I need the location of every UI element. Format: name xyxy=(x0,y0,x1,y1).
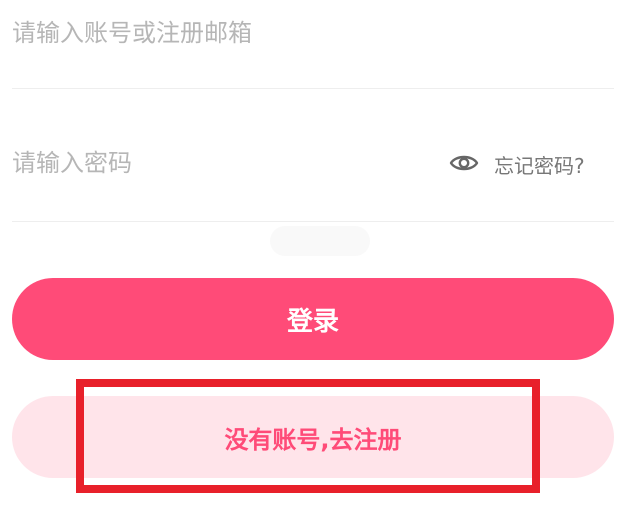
login-button[interactable]: 登录 xyxy=(12,278,614,360)
password-input[interactable] xyxy=(12,138,432,188)
password-field-row: 忘记密码? xyxy=(12,130,614,200)
register-button[interactable]: 没有账号,去注册 xyxy=(12,396,614,478)
eye-icon[interactable] xyxy=(448,148,480,178)
eye-icon-svg xyxy=(449,155,479,171)
login-page: 忘记密码? 登录 没有账号,去注册 xyxy=(0,0,626,514)
decorative-blur xyxy=(270,226,370,256)
account-input[interactable] xyxy=(12,8,602,58)
account-field-row xyxy=(12,0,614,88)
account-divider xyxy=(12,88,614,89)
forgot-password-link[interactable]: 忘记密码? xyxy=(494,150,585,179)
password-divider xyxy=(12,221,614,222)
